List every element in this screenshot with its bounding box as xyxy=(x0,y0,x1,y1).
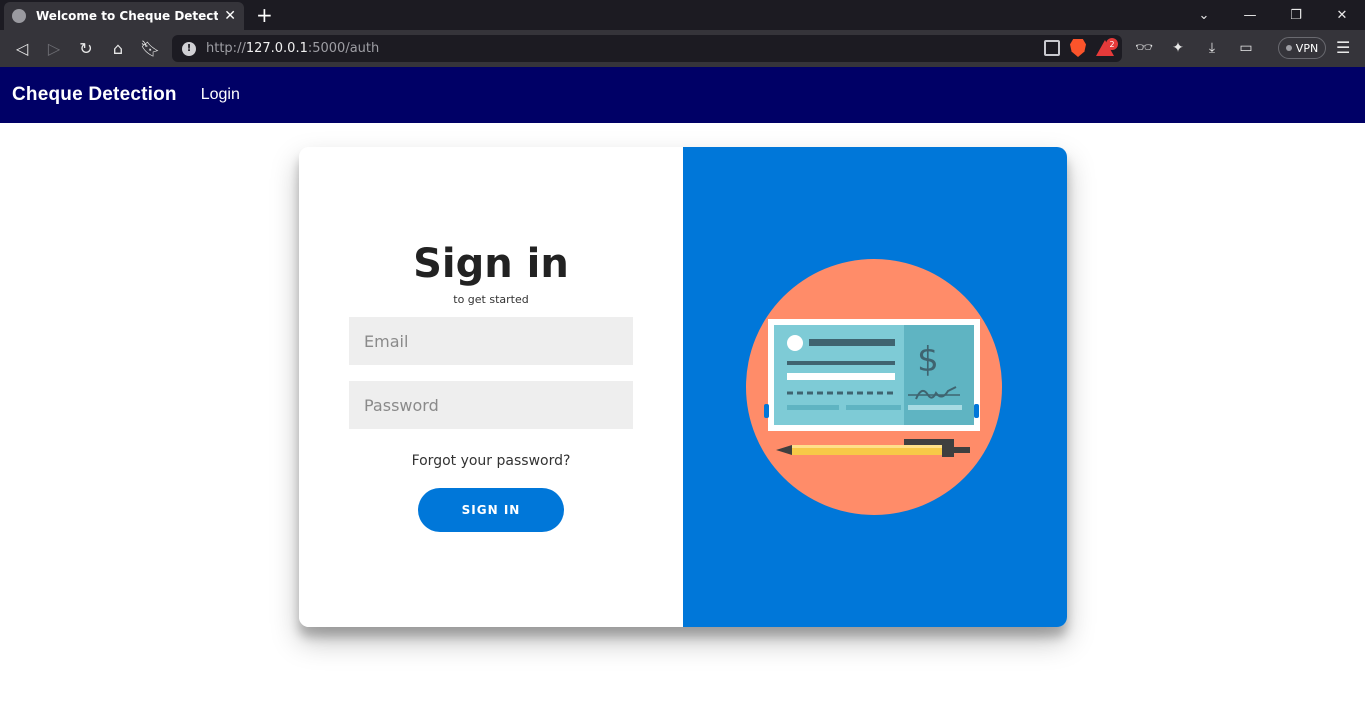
share-icon[interactable] xyxy=(1044,40,1060,56)
tab-list-icon[interactable]: ⌄ xyxy=(1181,0,1227,30)
password-field[interactable] xyxy=(349,381,633,429)
close-tab-icon[interactable]: ✕ xyxy=(224,8,236,24)
wallet-icon[interactable]: ▭ xyxy=(1236,38,1256,58)
login-link[interactable]: Login xyxy=(201,86,240,104)
signin-button[interactable]: SIGN IN xyxy=(418,488,564,532)
close-window-icon[interactable]: ✕ xyxy=(1319,0,1365,30)
address-bar[interactable]: ! http://127.0.0.1:5000/auth xyxy=(172,35,1122,62)
auth-card: Sign in to get started Forgot your passw… xyxy=(299,147,1067,627)
brave-shields-icon[interactable] xyxy=(1070,39,1086,57)
vpn-status-icon xyxy=(1285,45,1292,51)
new-tab-icon[interactable]: + xyxy=(256,3,273,27)
back-icon[interactable]: ◁ xyxy=(12,38,32,58)
home-icon[interactable]: ⌂ xyxy=(108,38,128,58)
minimize-icon[interactable]: — xyxy=(1227,0,1273,30)
extension-icon[interactable]: 👓︎ xyxy=(1134,38,1154,58)
extension-icons: 👓︎ ✦ ⤓ ▭ xyxy=(1134,38,1256,58)
email-field[interactable] xyxy=(349,317,633,365)
signin-title: Sign in xyxy=(413,241,569,287)
tab-title: Welcome to Cheque Detection Sy xyxy=(36,9,219,23)
vpn-button[interactable]: VPN xyxy=(1278,37,1326,59)
signin-subtitle: to get started xyxy=(453,293,529,306)
browser-tab[interactable]: Welcome to Cheque Detection Sy ✕ xyxy=(4,2,244,30)
forward-icon[interactable]: ▷ xyxy=(44,38,64,58)
cheque-illustration: $ xyxy=(746,259,1002,515)
brand-link[interactable]: Cheque Detection xyxy=(12,84,177,106)
browser-tab-bar: Welcome to Cheque Detection Sy ✕ + ⌄ — ❐… xyxy=(0,0,1365,30)
illustration-panel: $ xyxy=(683,147,1067,627)
reload-icon[interactable]: ↻ xyxy=(76,38,96,58)
bookmark-icon[interactable]: 🔖︎ xyxy=(140,38,160,58)
globe-icon xyxy=(12,9,26,23)
window-controls: ⌄ — ❐ ✕ xyxy=(1181,0,1365,30)
forgot-password-link[interactable]: Forgot your password? xyxy=(299,453,683,469)
cheque-icon: $ xyxy=(764,319,980,431)
rewards-badge: 2 xyxy=(1106,38,1118,50)
dollar-icon: $ xyxy=(917,340,939,380)
vpn-label: VPN xyxy=(1295,41,1319,55)
puzzle-icon[interactable]: ✦ xyxy=(1168,38,1188,58)
restore-icon[interactable]: ❐ xyxy=(1273,0,1319,30)
browser-toolbar: ◁ ▷ ↻ ⌂ 🔖︎ ! http://127.0.0.1:5000/auth … xyxy=(0,30,1365,67)
signin-panel: Sign in to get started Forgot your passw… xyxy=(299,147,683,627)
site-info-icon[interactable]: ! xyxy=(182,41,196,56)
download-icon[interactable]: ⤓ xyxy=(1202,38,1222,58)
menu-icon[interactable]: ☰ xyxy=(1336,38,1350,57)
app-navbar: Cheque Detection Login xyxy=(0,67,1365,123)
url-text: http://127.0.0.1:5000/auth xyxy=(206,41,380,56)
